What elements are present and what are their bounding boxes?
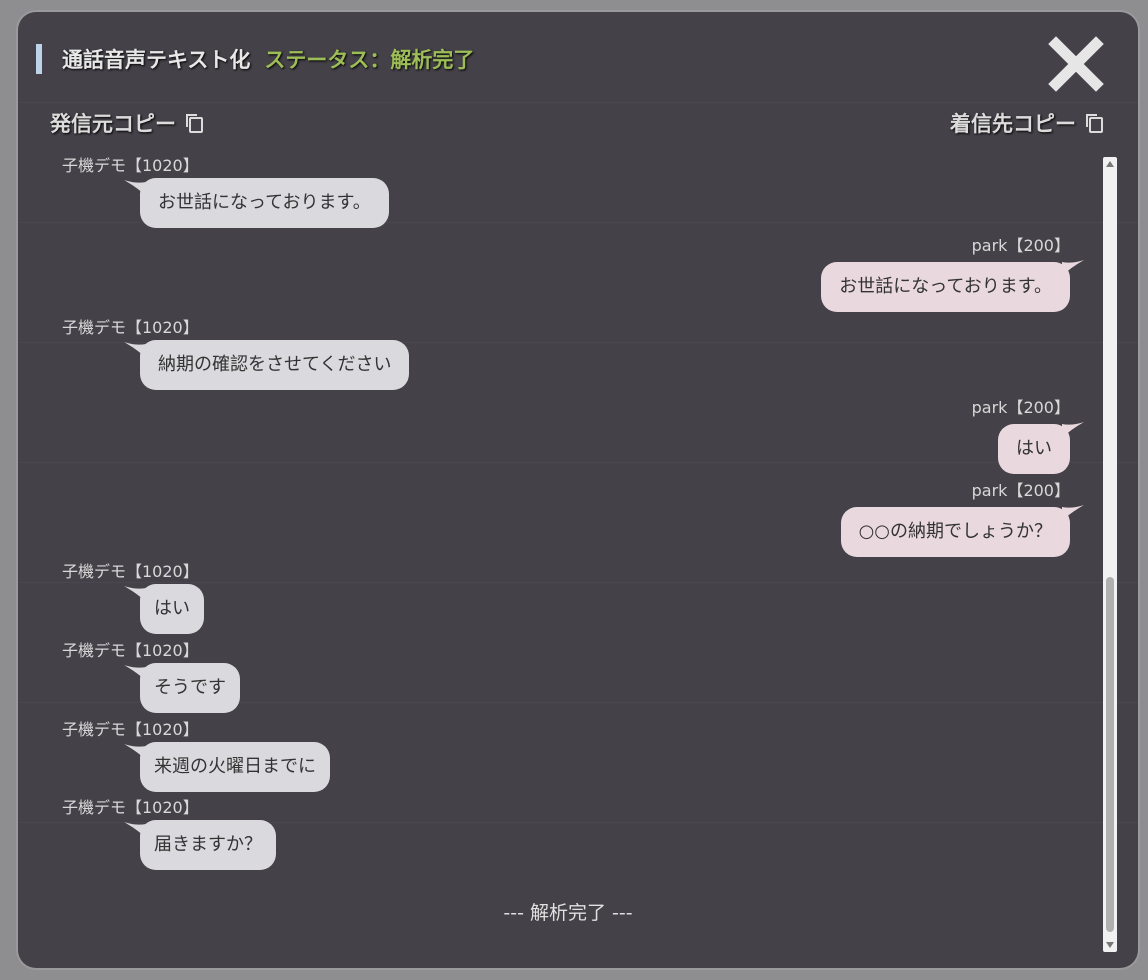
speaker-name: park【200】 xyxy=(971,398,1070,417)
message-item: park【200】 はい xyxy=(618,394,1084,484)
message-item: 子機デモ【1020】 そうです xyxy=(62,637,362,717)
transcription-modal: 通話音声テキスト化 ステータス：解析完了 発信元コピー 着信先コピー 子機デモ【… xyxy=(18,12,1138,968)
message-bubble: お世話になっております。 xyxy=(140,178,389,228)
message-item: park【200】 お世話になっております。 xyxy=(618,232,1084,322)
close-icon xyxy=(1048,36,1104,92)
modal-title: 通話音声テキスト化 xyxy=(62,48,251,72)
copy-icon xyxy=(1086,114,1103,133)
message-item: park【200】 ○○の納期でしょうか？ xyxy=(618,477,1084,567)
message-bubble: 届きますか？ xyxy=(140,820,276,870)
copy-callee-button[interactable]: 着信先コピー xyxy=(950,108,1106,138)
message-bubble: お世話になっております。 xyxy=(821,262,1070,312)
copy-icon xyxy=(186,114,203,133)
speaker-name: 子機デモ【1020】 xyxy=(62,798,199,817)
copy-callee-label: 着信先コピー xyxy=(950,112,1076,136)
message-bubble: はい xyxy=(998,424,1070,474)
speaker-name: park【200】 xyxy=(971,481,1070,500)
analysis-complete-marker: --- 解析完了 --- xyxy=(503,902,633,924)
message-bubble: 納期の確認をさせてください xyxy=(140,340,410,390)
speaker-name: park【200】 xyxy=(971,236,1070,255)
message-bubble: ○○の納期でしょうか？ xyxy=(840,507,1070,557)
speaker-name: 子機デモ【1020】 xyxy=(62,156,199,175)
message-item: 子機デモ【1020】 来週の火曜日までに xyxy=(62,716,382,796)
scroll-thumb[interactable] xyxy=(1106,577,1114,932)
speaker-name: 子機デモ【1020】 xyxy=(62,720,199,739)
scroll-up-icon[interactable] xyxy=(1106,161,1114,167)
copy-caller-button[interactable]: 発信元コピー xyxy=(50,108,206,138)
status-text: ステータス：解析完了 xyxy=(264,48,475,72)
title-accent-bar xyxy=(36,44,42,74)
message-item: 子機デモ【1020】 はい xyxy=(62,558,362,638)
speaker-name: 子機デモ【1020】 xyxy=(62,318,199,337)
message-item: 子機デモ【1020】 納期の確認をさせてください xyxy=(62,314,502,404)
transcript-list[interactable]: 子機デモ【1020】 お世話になっております。 park【200】 お世話になっ… xyxy=(18,152,1100,950)
modal-header: 通話音声テキスト化 ステータス：解析完了 xyxy=(36,44,474,74)
close-button[interactable] xyxy=(1048,36,1104,92)
speaker-name: 子機デモ【1020】 xyxy=(62,641,199,660)
message-item: 子機デモ【1020】 お世話になっております。 xyxy=(62,152,462,242)
message-bubble: そうです xyxy=(140,663,240,713)
speaker-name: 子機デモ【1020】 xyxy=(62,562,199,581)
message-bubble: はい xyxy=(140,584,204,634)
message-item: 子機デモ【1020】 届きますか？ xyxy=(62,794,362,874)
scroll-down-icon[interactable] xyxy=(1106,942,1114,948)
message-bubble: 来週の火曜日までに xyxy=(140,742,330,792)
copy-caller-label: 発信元コピー xyxy=(50,112,176,136)
transcript-scrollbar[interactable] xyxy=(1103,157,1117,952)
